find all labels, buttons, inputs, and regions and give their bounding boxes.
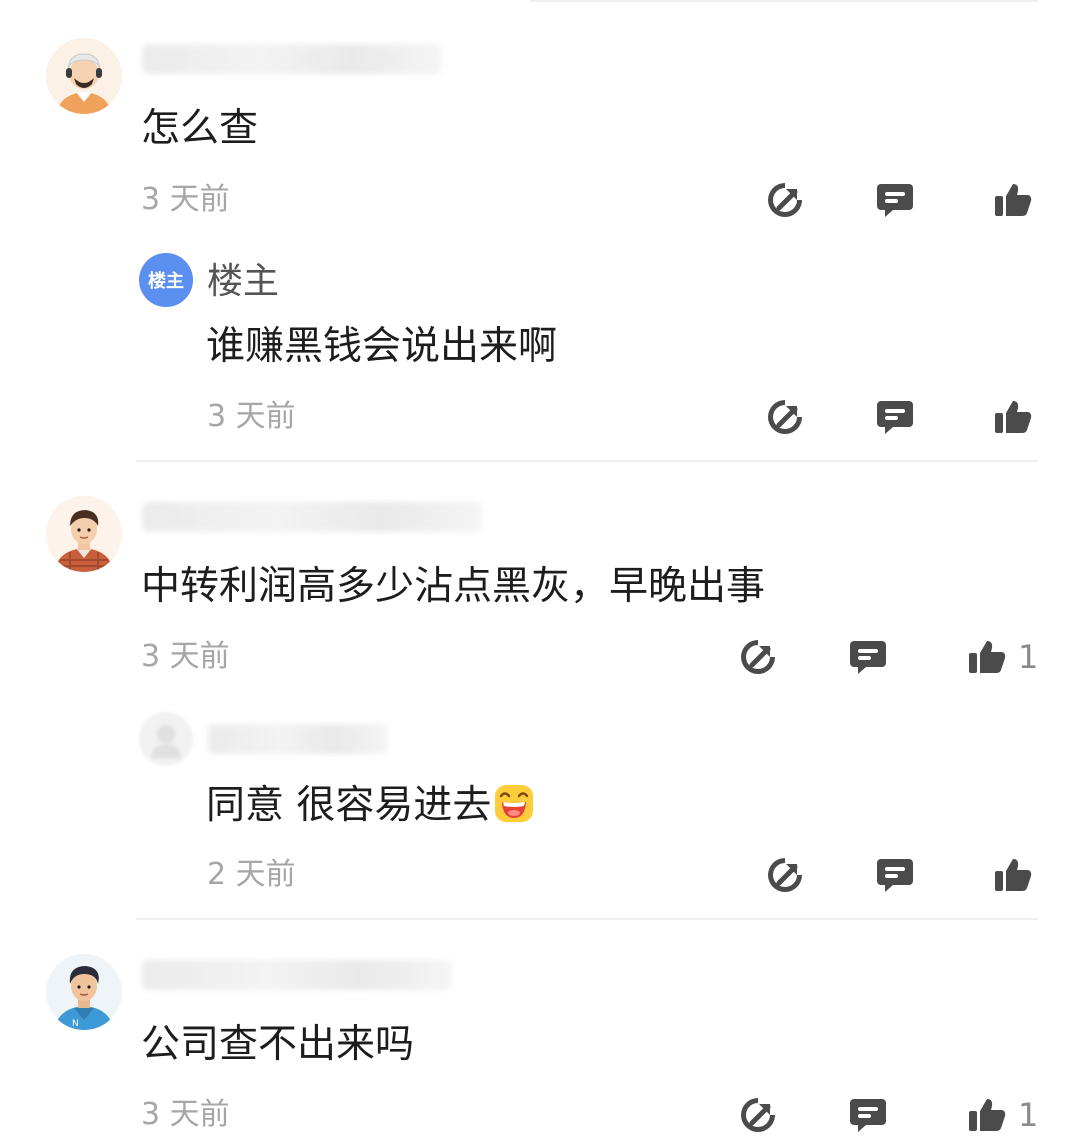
reply-time: 3 天前	[207, 399, 296, 434]
avatar-illustration	[46, 496, 122, 572]
comment-time: 3 天前	[141, 639, 230, 674]
thumbs-up-icon[interactable]	[993, 397, 1033, 437]
reply-text: 同意 很容易进去	[206, 782, 535, 829]
username-blurred	[142, 960, 452, 990]
comment-text: 公司查不出来吗	[141, 1022, 415, 1067]
top-divider	[530, 0, 1038, 2]
op-badge-avatar[interactable]: 楼主	[139, 253, 193, 307]
op-badge-label: 楼主	[148, 271, 184, 292]
grinning-emoji-icon	[495, 785, 534, 822]
reply-text: 谁赚黑钱会说出来啊	[206, 324, 558, 369]
svg-text:N: N	[72, 1019, 79, 1029]
thumbs-up-icon[interactable]	[993, 855, 1033, 895]
thumbs-up-icon[interactable]	[967, 1095, 1007, 1135]
comment-time: 3 天前	[141, 182, 230, 217]
comment-time: 3 天前	[141, 1097, 230, 1132]
comment-bubble-icon[interactable]	[848, 1095, 888, 1135]
share-arrow-icon[interactable]	[738, 637, 778, 677]
comment-bubble-icon[interactable]	[875, 180, 915, 220]
avatar[interactable]	[46, 38, 122, 114]
share-arrow-icon[interactable]	[765, 397, 805, 437]
avatar[interactable]: N	[46, 954, 122, 1030]
avatar-illustration	[46, 38, 122, 114]
share-arrow-icon[interactable]	[765, 855, 805, 895]
comment-divider	[136, 460, 1038, 462]
share-arrow-icon[interactable]	[765, 180, 805, 220]
reply-username-blurred	[208, 724, 388, 754]
like-count: 1	[1018, 638, 1039, 676]
comment-text: 怎么查	[141, 106, 259, 151]
username-blurred	[142, 44, 442, 74]
avatar[interactable]	[46, 496, 122, 572]
thumbs-up-icon[interactable]	[993, 180, 1033, 220]
avatar-illustration: N	[46, 954, 122, 1030]
username-blurred	[142, 502, 482, 532]
like-count: 1	[1018, 1096, 1039, 1134]
comment-bubble-icon[interactable]	[875, 855, 915, 895]
reply-avatar[interactable]	[139, 712, 193, 766]
comment-bubble-icon[interactable]	[875, 397, 915, 437]
reply-time: 2 天前	[207, 857, 296, 892]
user-silhouette-icon	[151, 725, 181, 758]
comment-divider	[136, 918, 1038, 920]
share-arrow-icon[interactable]	[738, 1095, 778, 1135]
comment-bubble-icon[interactable]	[848, 637, 888, 677]
comment-text: 中转利润高多少沾点黑灰，早晚出事	[141, 564, 766, 609]
reply-author[interactable]: 楼主	[207, 262, 279, 302]
thumbs-up-icon[interactable]	[967, 637, 1007, 677]
reply-text-content: 同意 很容易进去	[206, 783, 492, 828]
